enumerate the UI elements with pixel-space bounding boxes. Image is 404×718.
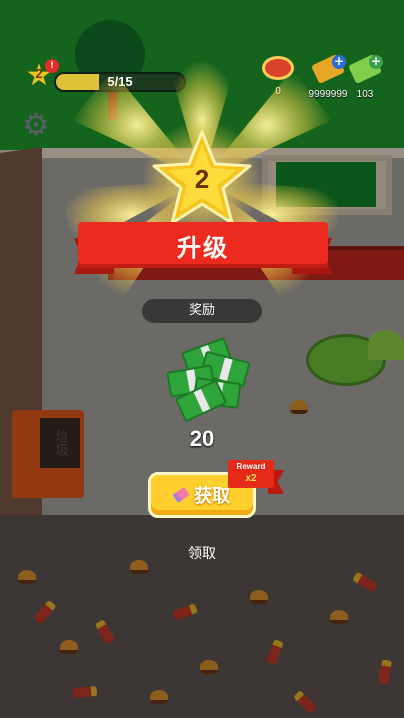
resource-value: 103 <box>356 89 374 100</box>
claim-link[interactable]: 领取 <box>172 543 232 563</box>
gear-icon[interactable]: ⚙ <box>22 111 50 141</box>
level-up-banner: 升级 <box>78 222 328 268</box>
cash-stack-icon <box>164 336 252 423</box>
alert-badge: ! <box>45 59 59 73</box>
reward-tag-text: Reward <box>236 462 266 471</box>
reward-tag-multiplier: x2 <box>245 473 257 484</box>
resource-gems[interactable]: + 103 <box>340 54 390 100</box>
reward-multiplier-badge: Reward x2 <box>228 460 274 488</box>
eraser-icon <box>172 486 190 504</box>
reward-label: 奖励 <box>142 299 262 323</box>
level-up-title: 升级 <box>177 233 229 262</box>
ticket-plus-icon: + <box>348 54 383 85</box>
reward-amount: 20 <box>189 426 215 451</box>
level-number: 2 <box>194 164 210 194</box>
claim-button-label: 获取 <box>194 486 230 507</box>
